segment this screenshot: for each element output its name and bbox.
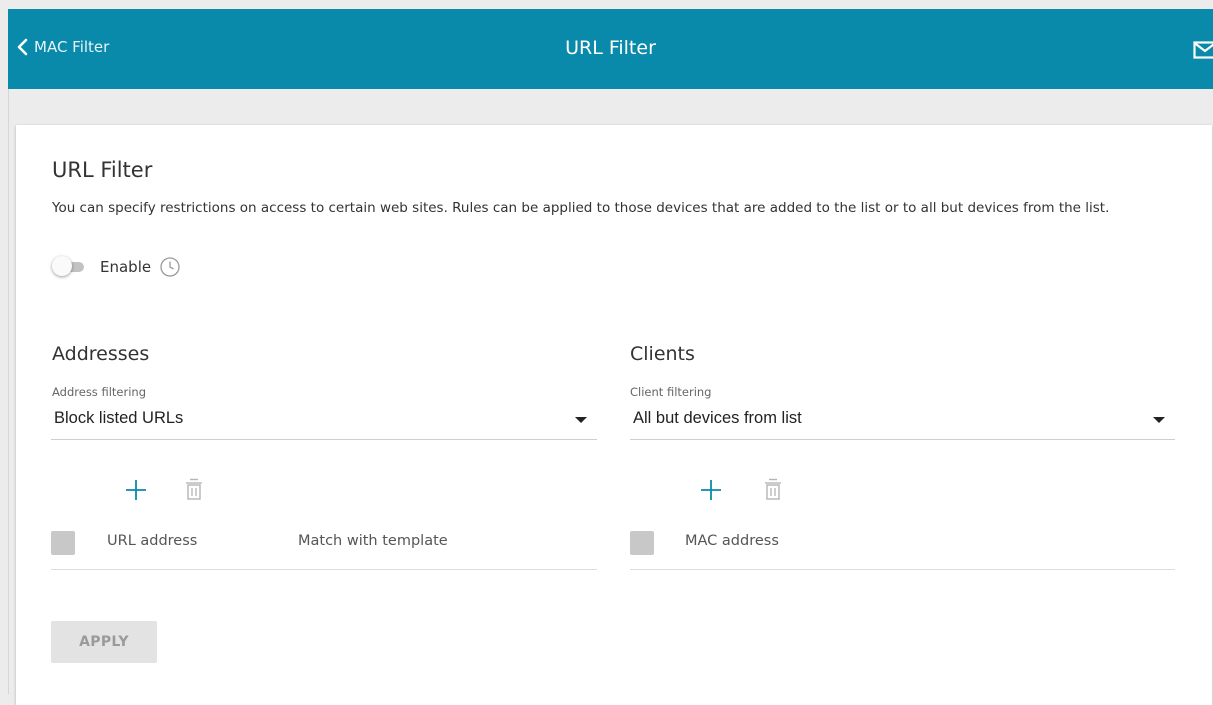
client-filtering-value: All but devices from list	[633, 409, 802, 428]
address-filtering-value: Block listed URLs	[54, 409, 183, 428]
card-title: URL Filter	[52, 158, 152, 182]
plus-icon	[124, 478, 148, 502]
client-filtering-label: Client filtering	[630, 385, 711, 399]
match-template-column-header: Match with template	[298, 533, 448, 549]
caret-down-icon	[575, 417, 587, 423]
client-filtering-select[interactable]: All but devices from list	[630, 403, 1175, 440]
enable-label: Enable	[100, 258, 151, 276]
card-description: You can specify restrictions on access t…	[52, 198, 1162, 218]
addresses-title: Addresses	[52, 343, 149, 365]
trash-icon	[184, 477, 204, 501]
enable-row: Enable	[52, 256, 181, 278]
clock-icon[interactable]	[159, 256, 181, 278]
url-address-column-header: URL address	[107, 533, 197, 549]
mail-icon	[1193, 41, 1213, 59]
mac-address-column-header: MAC address	[685, 533, 779, 549]
delete-url-button[interactable]	[184, 477, 204, 501]
addresses-table-divider	[51, 569, 597, 570]
select-all-urls-checkbox[interactable]	[51, 531, 75, 555]
caret-down-icon	[1153, 417, 1165, 423]
address-filtering-label: Address filtering	[52, 385, 146, 399]
delete-client-button[interactable]	[763, 477, 783, 501]
clients-title: Clients	[630, 343, 695, 365]
toggle-knob	[52, 256, 72, 276]
url-filter-card: URL Filter You can specify restrictions …	[16, 125, 1212, 705]
trash-icon	[763, 477, 783, 501]
mail-button[interactable]	[1193, 41, 1213, 59]
plus-icon	[699, 478, 723, 502]
select-all-clients-checkbox[interactable]	[630, 531, 654, 555]
apply-button[interactable]: APPLY	[51, 621, 157, 663]
add-client-button[interactable]	[699, 478, 723, 502]
add-url-button[interactable]	[124, 478, 148, 502]
clients-table-divider	[630, 569, 1175, 570]
top-header: MAC Filter URL Filter	[8, 9, 1213, 89]
enable-toggle[interactable]	[52, 256, 86, 278]
address-filtering-select[interactable]: Block listed URLs	[51, 403, 597, 440]
page-title: URL Filter	[8, 37, 1213, 59]
